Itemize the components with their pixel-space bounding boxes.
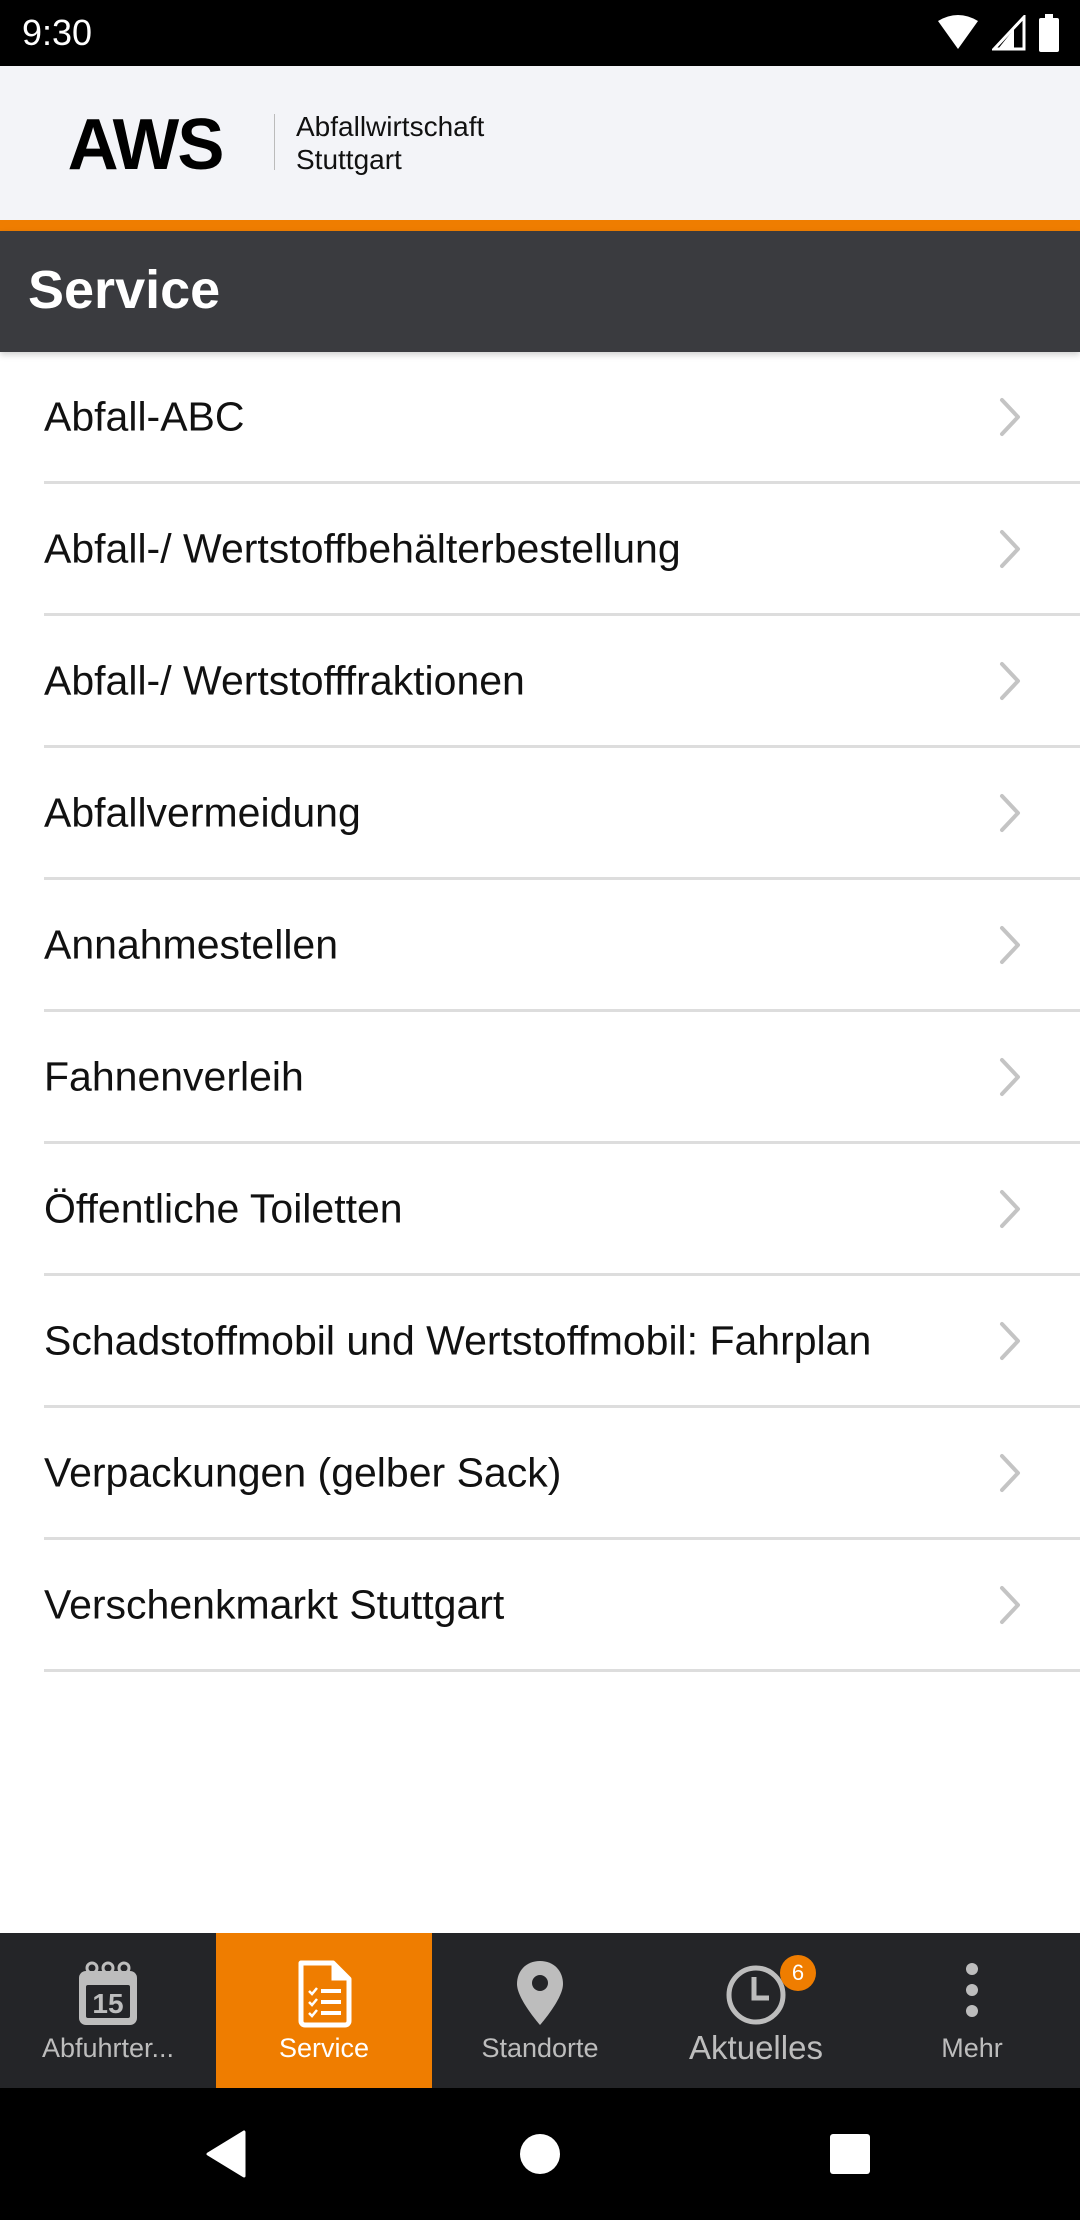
chevron-right-icon	[1000, 1057, 1020, 1096]
chevron-right-icon	[1000, 1189, 1020, 1228]
logo-divider	[274, 114, 275, 170]
status-bar: 9:30	[0, 0, 1080, 66]
brand-header: AWS Abfallwirtschaft Stuttgart	[0, 66, 1080, 220]
list-item-label: Abfall-/ Wertstofffraktionen	[44, 657, 525, 703]
list-item-label: Abfall-ABC	[44, 393, 245, 439]
list-item-fahnenverleih[interactable]: Fahnenverleih	[44, 1012, 1080, 1144]
chevron-right-icon	[1000, 1453, 1020, 1492]
bottom-navigation: 15 Abfuhrter... Service Standorte 6 Aktu…	[0, 1933, 1080, 2088]
tab-label: Standorte	[481, 2033, 599, 2063]
list-item-behaelterbestellung[interactable]: Abfall-/ Wertstoffbehälterbestellung	[44, 484, 1080, 616]
chevron-right-icon	[1000, 793, 1020, 832]
tab-mehr[interactable]: Mehr	[864, 1933, 1080, 2088]
page-title: Service	[28, 260, 221, 320]
chevron-right-icon	[1000, 1321, 1020, 1360]
list-item-annahmestellen[interactable]: Annahmestellen	[44, 880, 1080, 1012]
back-icon[interactable]	[204, 2130, 248, 2178]
list-item-verpackungen[interactable]: Verpackungen (gelber Sack)	[44, 1408, 1080, 1540]
tab-label: Service	[278, 2033, 370, 2063]
chevron-right-icon	[1000, 1585, 1020, 1624]
chevron-right-icon	[1000, 397, 1020, 436]
list-item-abfall-abc[interactable]: Abfall-ABC	[44, 352, 1080, 484]
brand-subtitle: Abfallwirtschaft Stuttgart	[296, 110, 484, 176]
notification-badge: 6	[780, 1955, 816, 1991]
list-item-verschenkmarkt[interactable]: Verschenkmarkt Stuttgart	[44, 1540, 1080, 1672]
tab-label: Aktuelles	[689, 2029, 823, 2066]
chevron-right-icon	[1000, 925, 1020, 964]
brand-subtitle-line1: Abfallwirtschaft	[296, 111, 485, 142]
list-item-label: Verpackungen (gelber Sack)	[44, 1449, 562, 1495]
list-item-label: Öffentliche Toiletten	[44, 1185, 403, 1231]
brand-subtitle-line2: Stuttgart	[296, 144, 402, 175]
calendar-day: 15	[92, 1988, 123, 2019]
tab-label: Mehr	[941, 2033, 1003, 2063]
recents-icon[interactable]	[829, 2133, 871, 2175]
list-item-label: Annahmestellen	[44, 921, 339, 967]
checklist-document-icon	[298, 1960, 352, 2028]
home-icon[interactable]	[519, 2133, 561, 2175]
wifi-icon	[938, 15, 978, 49]
system-navigation-bar	[0, 2088, 1080, 2220]
aws-logo: AWS	[67, 105, 225, 185]
calendar-icon: 15	[79, 1961, 137, 2025]
list-item-abfallvermeidung[interactable]: Abfallvermeidung	[44, 748, 1080, 880]
list-item-schadstoffmobil[interactable]: Schadstoffmobil und Wertstoffmobil: Fahr…	[44, 1276, 1080, 1408]
battery-icon	[1039, 14, 1059, 52]
location-pin-icon	[517, 1961, 563, 2025]
accent-bar	[0, 220, 1080, 231]
chevron-right-icon	[1000, 661, 1020, 700]
status-icons	[936, 14, 1060, 52]
tab-service[interactable]: Service	[216, 1933, 432, 2088]
list-item-label: Schadstoffmobil und Wertstoffmobil: Fahr…	[44, 1317, 872, 1363]
service-list: Abfall-ABC Abfall-/ Wertstoffbehälterbes…	[0, 352, 1080, 1672]
list-item-label: Abfall-/ Wertstoffbehälterbestellung	[44, 525, 681, 571]
more-vertical-icon	[966, 1963, 978, 2017]
list-item-label: Verschenkmarkt Stuttgart	[44, 1581, 505, 1627]
page-header: Service	[0, 231, 1080, 352]
tab-standorte[interactable]: Standorte	[432, 1933, 648, 2088]
signal-icon	[992, 15, 1026, 51]
status-time: 9:30	[22, 12, 93, 53]
list-item-label: Abfallvermeidung	[44, 789, 361, 835]
chevron-right-icon	[1000, 529, 1020, 568]
tab-aktuelles[interactable]: 6 Aktuelles	[648, 1933, 864, 2088]
tab-abfuhrtermine[interactable]: 15 Abfuhrter...	[0, 1933, 216, 2088]
list-item-label: Fahnenverleih	[44, 1053, 304, 1099]
tab-label: Abfuhrter...	[41, 2033, 175, 2063]
list-item-toiletten[interactable]: Öffentliche Toiletten	[44, 1144, 1080, 1276]
list-item-wertstofffraktionen[interactable]: Abfall-/ Wertstofffraktionen	[44, 616, 1080, 748]
